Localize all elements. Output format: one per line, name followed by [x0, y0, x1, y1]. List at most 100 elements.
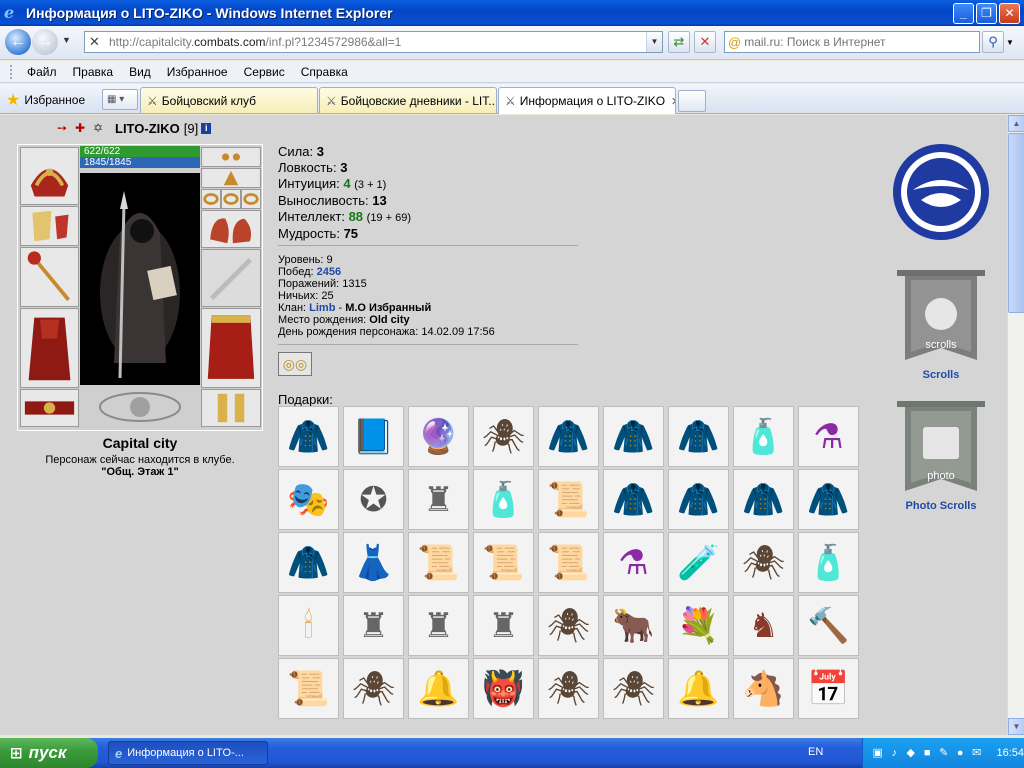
menu-tools[interactable]: Сервис: [244, 65, 285, 79]
vaseline-icon[interactable]: 🧴: [473, 469, 534, 530]
scroll-icon[interactable]: 📜: [538, 469, 599, 530]
cape-red-icon[interactable]: 🧥: [538, 406, 599, 467]
ring-slot-2[interactable]: [221, 189, 241, 209]
cape-grey-icon[interactable]: 🧥: [668, 406, 729, 467]
cape-red-icon[interactable]: 🧥: [278, 532, 339, 593]
leggings-slot[interactable]: [201, 308, 261, 388]
clan-badge-icon[interactable]: [891, 142, 991, 242]
bouquet-icon[interactable]: 💐: [668, 595, 729, 656]
bell-icon[interactable]: 🔔: [668, 658, 729, 719]
info-icon[interactable]: i: [201, 123, 212, 134]
scroll-down-icon[interactable]: ▼: [1008, 718, 1024, 735]
cape-red-icon[interactable]: 🧥: [733, 469, 794, 530]
spider-icon[interactable]: 🕷: [603, 658, 664, 719]
goblin-icon[interactable]: 👹: [473, 658, 534, 719]
spellbook-icon[interactable]: 📘: [343, 406, 404, 467]
bell-icon[interactable]: 🔔: [408, 658, 469, 719]
menu-help[interactable]: Справка: [301, 65, 348, 79]
spider-icon[interactable]: 🕷: [538, 595, 599, 656]
bottle-icon[interactable]: 🧪: [668, 532, 729, 593]
armor-slot[interactable]: [20, 308, 79, 388]
search-input[interactable]: [744, 35, 965, 49]
history-dropdown-icon[interactable]: ▼: [62, 35, 71, 45]
boots-slot[interactable]: [201, 389, 261, 427]
back-button[interactable]: ←: [5, 29, 31, 55]
clan-link[interactable]: Limb: [309, 302, 335, 314]
network-icon[interactable]: ▣: [871, 745, 885, 761]
potions-icon[interactable]: ⚗: [798, 406, 859, 467]
statue-icon[interactable]: ♜: [408, 469, 469, 530]
scroll-icon[interactable]: 📜: [473, 532, 534, 593]
gloves-slot[interactable]: [201, 210, 261, 248]
shield-icon[interactable]: ◆: [904, 745, 918, 761]
ring-slot-3[interactable]: [241, 189, 261, 209]
new-tab-button[interactable]: [678, 90, 706, 112]
scroll-icon[interactable]: 📜: [538, 532, 599, 593]
ring-slot-1[interactable]: [201, 189, 221, 209]
calendar-icon[interactable]: 📅: [798, 658, 859, 719]
stop-icon[interactable]: ✕: [694, 31, 716, 53]
cape-red-icon[interactable]: 🧥: [278, 406, 339, 467]
chat-icon[interactable]: ●: [954, 745, 968, 761]
photo-scrolls-label[interactable]: Photo Scrolls: [891, 500, 991, 512]
start-button[interactable]: ⊞ пуск: [0, 738, 98, 768]
cape-green-icon[interactable]: 🧥: [603, 469, 664, 530]
weapon-slot[interactable]: [20, 247, 79, 307]
tray-app-icon[interactable]: ■: [921, 745, 935, 761]
favorites-button[interactable]: ★ Избранное: [6, 90, 85, 110]
cape-red-icon[interactable]: 🧥: [798, 469, 859, 530]
spider-icon[interactable]: 🕷: [733, 532, 794, 593]
menu-file[interactable]: Файл: [27, 65, 57, 79]
maximize-button[interactable]: ❐: [976, 2, 997, 24]
statue-icon[interactable]: ♜: [408, 595, 469, 656]
scroll-icon[interactable]: 📜: [278, 658, 339, 719]
spider-icon[interactable]: 🕷: [473, 406, 534, 467]
belt-slot[interactable]: [20, 389, 79, 427]
tab-diaries[interactable]: ⚔ Бойцовские дневники - LIT...: [319, 87, 497, 113]
potions-icon[interactable]: ⚗: [603, 532, 664, 593]
pencil-icon[interactable]: ✎: [937, 745, 951, 761]
window-title-bar[interactable]: e Информация о LITO-ZIKO - Windows Inter…: [0, 0, 1024, 26]
scroll-icon[interactable]: 📜: [408, 532, 469, 593]
scroll-up-icon[interactable]: ▲: [1008, 115, 1024, 132]
toolbar-grip[interactable]: [10, 64, 13, 79]
refresh-icon[interactable]: ⇄: [668, 31, 690, 53]
search-box[interactable]: @: [724, 31, 980, 53]
menu-favorites[interactable]: Избранное: [167, 65, 228, 79]
forward-button[interactable]: →: [32, 29, 58, 55]
scrolls-label[interactable]: Scrolls: [891, 369, 991, 381]
photo-scrolls-banner[interactable]: photo Photo Scrolls: [891, 399, 991, 512]
vertical-scrollbar[interactable]: ▲ ▼: [1007, 115, 1024, 735]
volume-icon[interactable]: ♪: [888, 745, 902, 761]
tab-character-info[interactable]: ⚔ Информация о LITO-ZIKO ✕: [498, 87, 676, 114]
amulet-slot[interactable]: [201, 168, 261, 188]
taskbar-ie-window[interactable]: e Информация о LITO-...: [108, 741, 268, 765]
helmet-slot[interactable]: [20, 147, 79, 205]
tab-fight-club[interactable]: ⚔ Бойцовский клуб: [140, 87, 318, 113]
quick-tabs-button[interactable]: ▦ ▾: [102, 89, 138, 110]
menu-view[interactable]: Вид: [129, 65, 151, 79]
earrings-slot[interactable]: [201, 147, 261, 167]
candle-icon[interactable]: 🕯: [278, 595, 339, 656]
close-tab-icon[interactable]: ✕: [671, 95, 675, 108]
mail-icon[interactable]: ✉: [970, 745, 984, 761]
knight-icon[interactable]: ♞: [733, 595, 794, 656]
close-button[interactable]: ✕: [999, 2, 1020, 24]
bracers-slot[interactable]: [20, 206, 79, 246]
menu-edit[interactable]: Правка: [73, 65, 114, 79]
arrow-icon[interactable]: ➙: [57, 122, 72, 135]
scroll-thumb[interactable]: [1008, 133, 1024, 313]
spider-icon[interactable]: 🕷: [343, 658, 404, 719]
spider-icon[interactable]: 🕷: [538, 658, 599, 719]
cape-red-icon[interactable]: 🧥: [603, 406, 664, 467]
crystal-ball-icon[interactable]: 🔮: [408, 406, 469, 467]
mace-icon[interactable]: 🔨: [798, 595, 859, 656]
vaseline-icon[interactable]: 🧴: [798, 532, 859, 593]
address-dropdown-icon[interactable]: ▼: [646, 32, 662, 52]
horse-icon[interactable]: 🐴: [733, 658, 794, 719]
dress-icon[interactable]: 👗: [343, 532, 404, 593]
search-button[interactable]: ⚲: [982, 31, 1004, 53]
minimize-button[interactable]: _: [953, 2, 974, 24]
statue-icon[interactable]: ♜: [473, 595, 534, 656]
medal-icon[interactable]: ✪: [343, 469, 404, 530]
